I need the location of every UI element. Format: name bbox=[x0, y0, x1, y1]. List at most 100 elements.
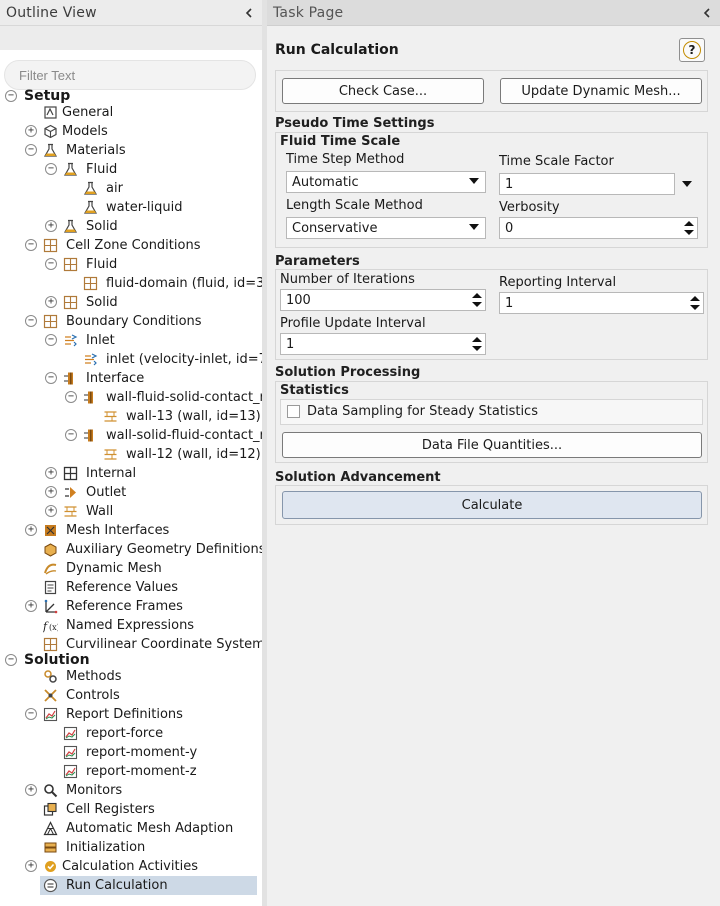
expand-icon[interactable]: + bbox=[45, 467, 57, 479]
data-sampling-checkbox[interactable] bbox=[287, 405, 300, 418]
spinner-icon[interactable] bbox=[472, 292, 482, 308]
tree-item[interactable]: − Interface bbox=[0, 369, 262, 388]
filter-text-input[interactable] bbox=[4, 60, 256, 90]
tree-item[interactable]: wall-13 (wall, id=13) bbox=[0, 407, 262, 426]
tree-item[interactable]: Cell Registers bbox=[0, 800, 262, 819]
tree-item[interactable]: wall-12 (wall, id=12) bbox=[0, 445, 262, 464]
expand-icon[interactable]: + bbox=[25, 125, 37, 137]
tree-item[interactable]: − Inlet bbox=[0, 331, 262, 350]
time-step-method-dropdown[interactable]: Automatic bbox=[286, 171, 486, 193]
tree-item-label: Reference Frames bbox=[66, 599, 183, 614]
reporting-interval-input[interactable]: 1 bbox=[499, 292, 704, 314]
tree-item[interactable]: Methods bbox=[0, 667, 262, 686]
tree-item[interactable]: f(x) Named Expressions bbox=[0, 616, 262, 635]
verbosity-value: 0 bbox=[505, 220, 514, 236]
task-page-panel: Task Page Run Calculation ? Check Case..… bbox=[267, 0, 720, 906]
tree-item[interactable]: Dynamic Mesh bbox=[0, 559, 262, 578]
task-page-title: Task Page bbox=[273, 4, 344, 21]
tree-item[interactable]: + Calculation Activities bbox=[0, 857, 262, 876]
tree-item-label: Auxiliary Geometry Definitions bbox=[66, 542, 262, 557]
expand-icon[interactable]: + bbox=[25, 860, 37, 872]
tree-item-label: Report Definitions bbox=[66, 707, 183, 722]
time-scale-factor-input[interactable]: 1 bbox=[499, 173, 675, 195]
tree-item[interactable]: Auxiliary Geometry Definitions bbox=[0, 540, 262, 559]
tree-item[interactable]: fluid-domain (fluid, id=3) bbox=[0, 274, 262, 293]
tree-item[interactable]: + Solid bbox=[0, 293, 262, 312]
tree-item[interactable]: + Models bbox=[0, 122, 262, 141]
tree-item[interactable]: Controls bbox=[0, 686, 262, 705]
tree-item[interactable]: − Fluid bbox=[0, 255, 262, 274]
collapse-task-button[interactable] bbox=[700, 6, 714, 20]
spinner-icon[interactable] bbox=[684, 220, 694, 236]
tree-item[interactable]: + Outlet bbox=[0, 483, 262, 502]
tree-item-label: General bbox=[62, 105, 114, 120]
expand-icon[interactable]: + bbox=[25, 524, 37, 536]
collapse-icon[interactable]: − bbox=[45, 258, 57, 270]
spinner-icon[interactable] bbox=[690, 295, 700, 311]
update-dynamic-mesh-button[interactable]: Update Dynamic Mesh... bbox=[500, 78, 702, 104]
tree-item[interactable]: inlet (velocity-inlet, id=7) bbox=[0, 350, 262, 369]
collapse-icon[interactable]: − bbox=[45, 372, 57, 384]
tree-item[interactable]: + Solid bbox=[0, 217, 262, 236]
length-scale-method-dropdown[interactable]: Conservative bbox=[286, 217, 486, 239]
collapse-icon[interactable]: − bbox=[45, 334, 57, 346]
tree-item[interactable]: − Report Definitions bbox=[0, 705, 262, 724]
tree-item[interactable]: − Cell Zone Conditions bbox=[0, 236, 262, 255]
time-step-method-label: Time Step Method bbox=[286, 152, 405, 167]
collapse-icon[interactable]: − bbox=[45, 163, 57, 175]
curvilinear-coordinate-icon bbox=[42, 636, 58, 652]
expand-icon[interactable]: + bbox=[45, 505, 57, 517]
collapse-icon[interactable]: − bbox=[25, 315, 37, 327]
expand-icon[interactable]: + bbox=[45, 220, 57, 232]
collapse-icon[interactable]: − bbox=[65, 391, 77, 403]
tree-item[interactable]: Initialization bbox=[0, 838, 262, 857]
expand-icon[interactable]: + bbox=[45, 296, 57, 308]
expand-icon[interactable]: + bbox=[45, 486, 57, 498]
verbosity-input[interactable]: 0 bbox=[499, 217, 698, 239]
tree-item[interactable]: report-force bbox=[0, 724, 262, 743]
tree-item-label: report-moment-y bbox=[86, 745, 198, 760]
collapse-icon[interactable]: − bbox=[25, 144, 37, 156]
check-case-button[interactable]: Check Case... bbox=[282, 78, 484, 104]
collapse-icon[interactable]: − bbox=[25, 239, 37, 251]
tree-item[interactable]: Reference Values bbox=[0, 578, 262, 597]
tree-item[interactable]: General bbox=[0, 103, 262, 122]
tree-item[interactable]: water-liquid bbox=[0, 198, 262, 217]
tree-item[interactable]: Automatic Mesh Adaption bbox=[0, 819, 262, 838]
tree-item-label: fluid-domain (fluid, id=3) bbox=[106, 276, 262, 291]
tree-item[interactable]: + Mesh Interfaces bbox=[0, 521, 262, 540]
collapse-icon[interactable]: − bbox=[65, 429, 77, 441]
expand-icon[interactable]: + bbox=[25, 784, 37, 796]
tree-item[interactable]: − Materials bbox=[0, 141, 262, 160]
interface-icon bbox=[62, 370, 78, 386]
tree-item-selected[interactable]: Run Calculation bbox=[40, 876, 257, 895]
tree-item[interactable]: − Fluid bbox=[0, 160, 262, 179]
tree-item[interactable]: report-moment-y bbox=[0, 743, 262, 762]
expand-icon[interactable]: + bbox=[25, 600, 37, 612]
collapse-icon[interactable]: − bbox=[5, 90, 17, 102]
tree-item[interactable]: + Wall bbox=[0, 502, 262, 521]
tree-item[interactable]: − wall-fluid-solid-contact_re bbox=[0, 388, 262, 407]
help-button[interactable]: ? bbox=[679, 38, 705, 62]
chevron-left-icon bbox=[245, 7, 252, 18]
calculate-button[interactable]: Calculate bbox=[282, 491, 702, 519]
data-file-quantities-button[interactable]: Data File Quantities... bbox=[282, 432, 702, 458]
profile-update-interval-input[interactable]: 1 bbox=[280, 333, 486, 355]
tree-item[interactable]: − Boundary Conditions bbox=[0, 312, 262, 331]
tree-item-label: Cell Registers bbox=[66, 802, 155, 817]
time-scale-factor-menu-arrow[interactable] bbox=[682, 181, 692, 187]
solid-material-icon bbox=[62, 218, 78, 234]
tree-item[interactable]: + Reference Frames bbox=[0, 597, 262, 616]
number-of-iterations-input[interactable]: 100 bbox=[280, 289, 486, 311]
collapse-outline-button[interactable] bbox=[242, 6, 256, 20]
tree-item[interactable]: + Internal bbox=[0, 464, 262, 483]
tree-item[interactable]: + Monitors bbox=[0, 781, 262, 800]
spinner-icon[interactable] bbox=[472, 336, 482, 352]
collapse-icon[interactable]: − bbox=[5, 654, 17, 666]
tree-item[interactable]: report-moment-z bbox=[0, 762, 262, 781]
tree-item[interactable]: air bbox=[0, 179, 262, 198]
tree-item[interactable]: − wall-solid-fluid-contact_re bbox=[0, 426, 262, 445]
collapse-icon[interactable]: − bbox=[25, 708, 37, 720]
task-page-header: Task Page bbox=[267, 0, 720, 26]
report-icon bbox=[62, 725, 78, 741]
